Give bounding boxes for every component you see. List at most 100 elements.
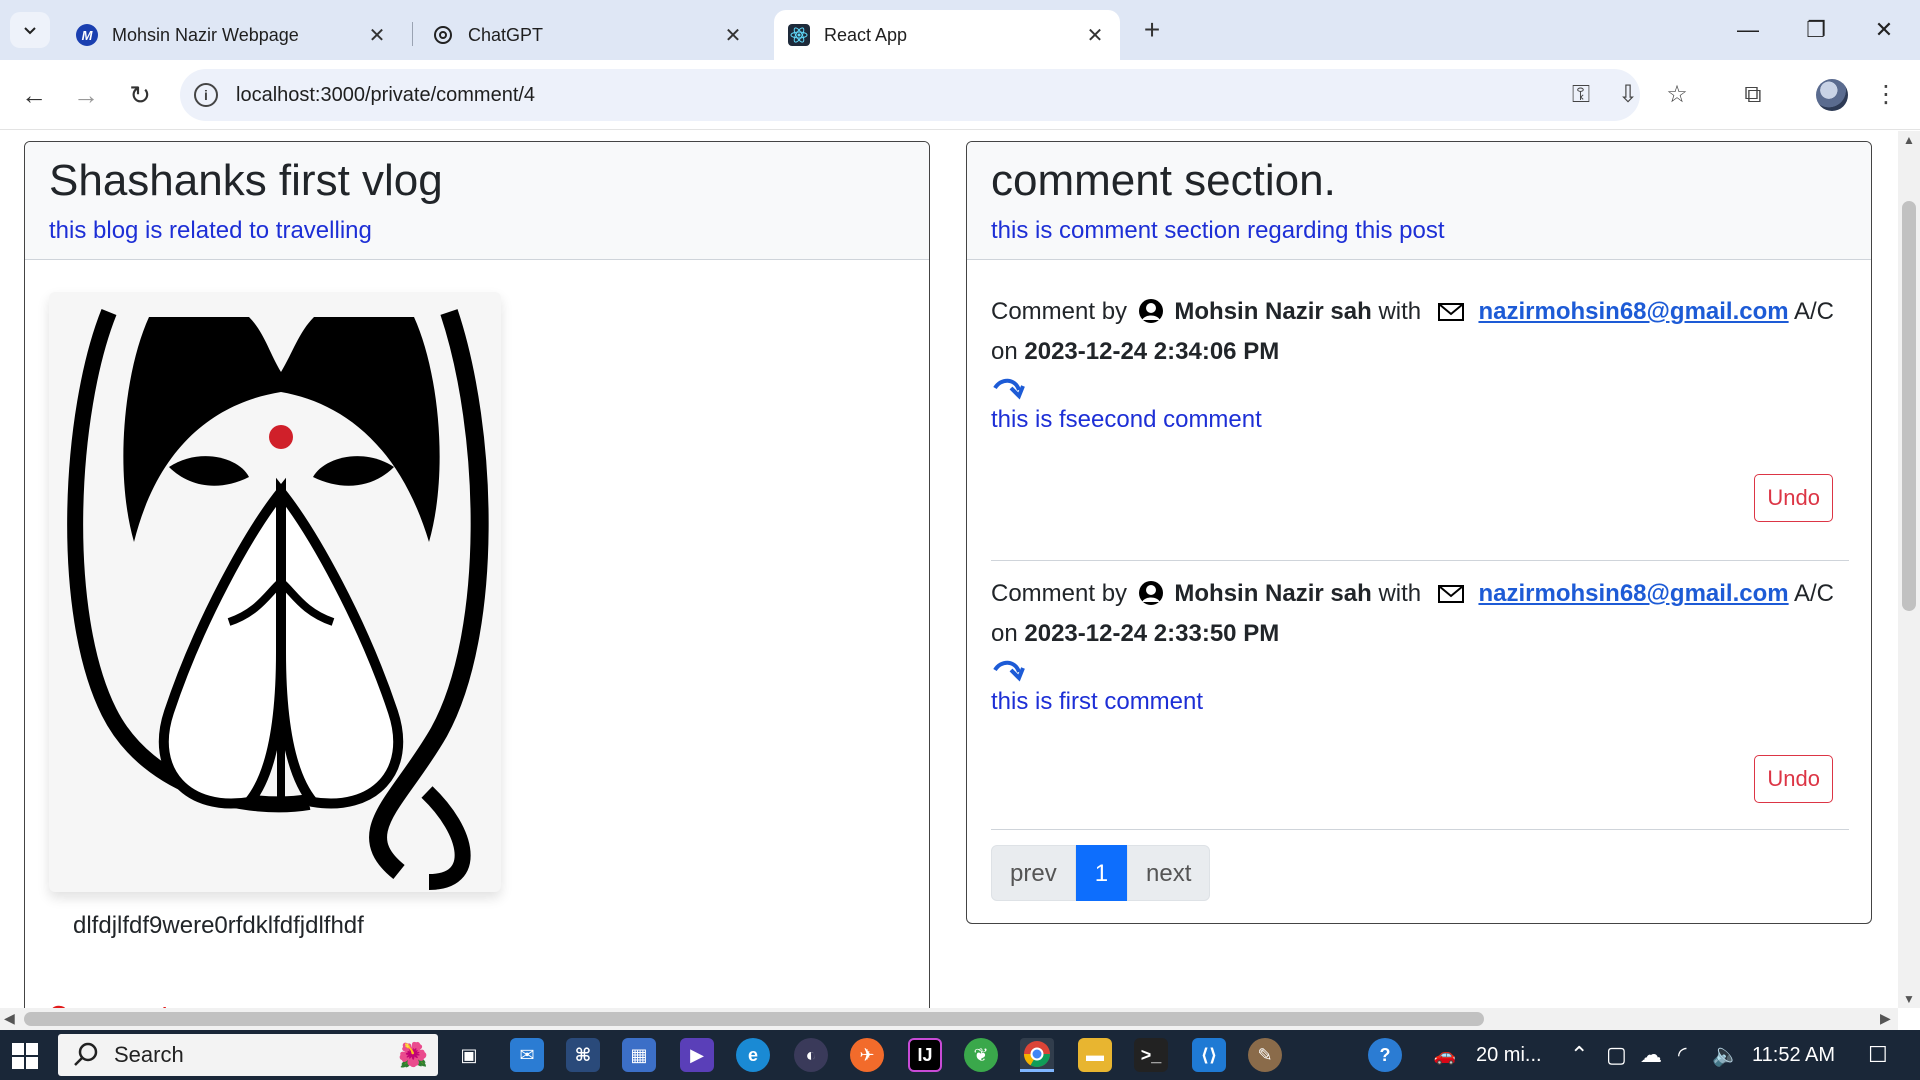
vertical-scrollbar[interactable]: ▲ ▼ xyxy=(1898,131,1920,1008)
comment-by-label: Comment by xyxy=(991,580,1128,607)
horizontal-scrollbar[interactable]: ◀ ▶ xyxy=(0,1008,1898,1030)
undo-button[interactable]: Undo xyxy=(1754,474,1833,522)
install-app-icon[interactable]: ⇩ xyxy=(1610,77,1646,113)
user-circle-icon xyxy=(1138,299,1163,323)
scroll-right-icon[interactable]: ▶ xyxy=(1880,1010,1891,1027)
vscode-app-icon[interactable]: ⟨⟩ xyxy=(1192,1038,1226,1072)
vertical-scroll-thumb[interactable] xyxy=(1902,201,1916,611)
user-circle-icon xyxy=(1138,581,1163,605)
cloud-icon[interactable]: ☁ xyxy=(1640,1042,1662,1068)
file-explorer-icon[interactable]: ▬ xyxy=(1078,1038,1112,1072)
clock-time[interactable]: 11:52 AM xyxy=(1752,1044,1835,1067)
post-content: dlfdjlfdf9were0rfdklfdfjdlfhdf xyxy=(73,912,364,939)
pagination: prev 1 next xyxy=(991,845,1211,901)
comment-section-subtitle: this is comment section regarding this p… xyxy=(991,216,1445,244)
undo-button[interactable]: Undo xyxy=(1754,755,1833,803)
comment-date: 2023-12-24 2:33:50 PM xyxy=(1024,620,1280,647)
comment-with-label: with xyxy=(1378,298,1422,325)
taskbar-search-label: Search xyxy=(114,1042,184,1067)
comment-meta: Comment by Mohsin Nazir sah with nazirmo… xyxy=(991,561,1849,654)
comment-meta: Comment by Mohsin Nazir sah with nazirmo… xyxy=(991,292,1849,372)
windows-start-icon[interactable] xyxy=(12,1043,38,1069)
post-title: Shashanks first vlog xyxy=(49,156,443,205)
comment-account-label: A/C xyxy=(1793,298,1834,325)
spring-app-icon[interactable]: ❦ xyxy=(964,1038,998,1072)
minimize-icon[interactable]: — xyxy=(1728,12,1768,48)
postman-app-icon[interactable]: ✈ xyxy=(850,1038,884,1072)
intellij-app-icon[interactable]: IJ xyxy=(908,1038,942,1072)
page-viewport: Shashanks first vlog this blog is relate… xyxy=(0,131,1898,1008)
search-icon xyxy=(74,1042,98,1066)
tab-chatgpt[interactable]: ChatGPT ✕ xyxy=(418,10,758,60)
close-window-icon[interactable]: ✕ xyxy=(1864,12,1904,48)
volume-icon[interactable]: 🔈 xyxy=(1712,1042,1739,1068)
traffic-alert-icon[interactable]: 🚗 xyxy=(1428,1038,1462,1072)
comment-author: Mohsin Nazir sah xyxy=(1174,580,1372,607)
chevron-down-icon xyxy=(24,27,36,35)
store-app-icon[interactable]: ▦ xyxy=(622,1038,656,1072)
site-info-icon[interactable]: i xyxy=(194,83,218,107)
chrome-browser-icon[interactable] xyxy=(1020,1038,1054,1072)
edge-browser-icon[interactable]: e xyxy=(736,1038,770,1072)
comment-section-header: comment section. this is comment section… xyxy=(967,142,1871,260)
close-icon[interactable]: ✕ xyxy=(1084,23,1106,48)
tab-title: ChatGPT xyxy=(468,24,544,45)
profile-avatar[interactable] xyxy=(1816,79,1848,111)
restore-icon[interactable]: ❐ xyxy=(1796,12,1836,48)
comment-item: Comment by Mohsin Nazir sah with nazirmo… xyxy=(991,292,1849,561)
chatgpt-logo-icon xyxy=(432,24,454,46)
forward-arrow-icon[interactable]: → xyxy=(68,77,104,113)
horizontal-scroll-thumb[interactable] xyxy=(24,1012,1484,1026)
post-image xyxy=(49,292,501,892)
reply-arrow-icon xyxy=(993,660,1025,682)
media-app-icon[interactable]: ▶ xyxy=(680,1038,714,1072)
back-arrow-icon[interactable]: ← xyxy=(16,77,52,113)
bookmark-star-icon[interactable]: ☆ xyxy=(1659,77,1695,113)
address-bar[interactable]: i localhost:3000/private/comment/4 xyxy=(180,69,1640,121)
reload-icon[interactable]: ↻ xyxy=(122,77,158,113)
remote-desktop-icon[interactable]: ⌘ xyxy=(566,1038,600,1072)
camera-icon[interactable]: ▢ xyxy=(1606,1042,1627,1068)
tab-title: Mohsin Nazir Webpage xyxy=(112,24,299,45)
search-highlight-icon: 🌺 xyxy=(398,1041,428,1069)
close-icon[interactable]: ✕ xyxy=(722,23,744,48)
tab-separator xyxy=(412,22,413,46)
comment-email-link[interactable]: nazirmohsin68@gmail.com xyxy=(1478,580,1788,607)
close-icon[interactable]: ✕ xyxy=(366,23,388,48)
comment-item: Comment by Mohsin Nazir sah with nazirmo… xyxy=(991,561,1849,830)
comment-with-label: with xyxy=(1378,580,1422,607)
help-icon[interactable]: ? xyxy=(1368,1038,1402,1072)
scroll-down-icon[interactable]: ▼ xyxy=(1903,992,1915,1006)
tab-react-app[interactable]: React App ✕ xyxy=(774,10,1120,60)
new-tab-button[interactable]: + xyxy=(1135,14,1169,48)
tab-search-button[interactable] xyxy=(10,12,50,48)
post-comment-heading: Comment xyxy=(49,1000,169,1008)
weather-text[interactable]: 20 mi... xyxy=(1476,1044,1542,1067)
comment-text: this is first comment xyxy=(991,688,1204,715)
scroll-up-icon[interactable]: ▲ xyxy=(1903,133,1915,147)
url-text: localhost:3000/private/comment/4 xyxy=(236,83,536,106)
envelope-icon xyxy=(1437,303,1464,321)
comment-email-link[interactable]: nazirmohsin68@gmail.com xyxy=(1478,298,1788,325)
paint-app-icon[interactable]: ✎ xyxy=(1248,1038,1282,1072)
terminal-app-icon[interactable]: >_ xyxy=(1134,1038,1168,1072)
pagination-next[interactable]: next xyxy=(1127,845,1211,901)
mail-app-icon[interactable]: ✉ xyxy=(510,1038,544,1072)
comment-section-card: comment section. this is comment section… xyxy=(966,141,1872,924)
tab-mohsin[interactable]: M Mohsin Nazir Webpage ✕ xyxy=(62,10,402,60)
scroll-left-icon[interactable]: ◀ xyxy=(4,1010,15,1027)
eclipse-app-icon[interactable]: ◐ xyxy=(794,1038,828,1072)
chevron-up-icon[interactable]: ⌃ xyxy=(1570,1042,1588,1068)
pagination-prev[interactable]: prev xyxy=(991,845,1076,901)
pagination-page-1[interactable]: 1 xyxy=(1075,845,1128,901)
extensions-icon[interactable]: ⧉ xyxy=(1735,77,1771,113)
taskbar-search[interactable]: Search 🌺 xyxy=(58,1034,438,1076)
reply-arrow-icon xyxy=(993,378,1025,400)
comment-by-label: Comment by xyxy=(991,298,1128,325)
envelope-icon xyxy=(1437,585,1464,603)
notifications-icon[interactable]: ☐ xyxy=(1868,1042,1888,1068)
task-view-icon[interactable]: ▣ xyxy=(452,1038,486,1072)
more-menu-icon[interactable]: ⋮ xyxy=(1868,77,1904,113)
wifi-icon[interactable]: ◜ xyxy=(1678,1042,1687,1068)
password-key-icon[interactable]: ⚿ xyxy=(1563,77,1599,113)
